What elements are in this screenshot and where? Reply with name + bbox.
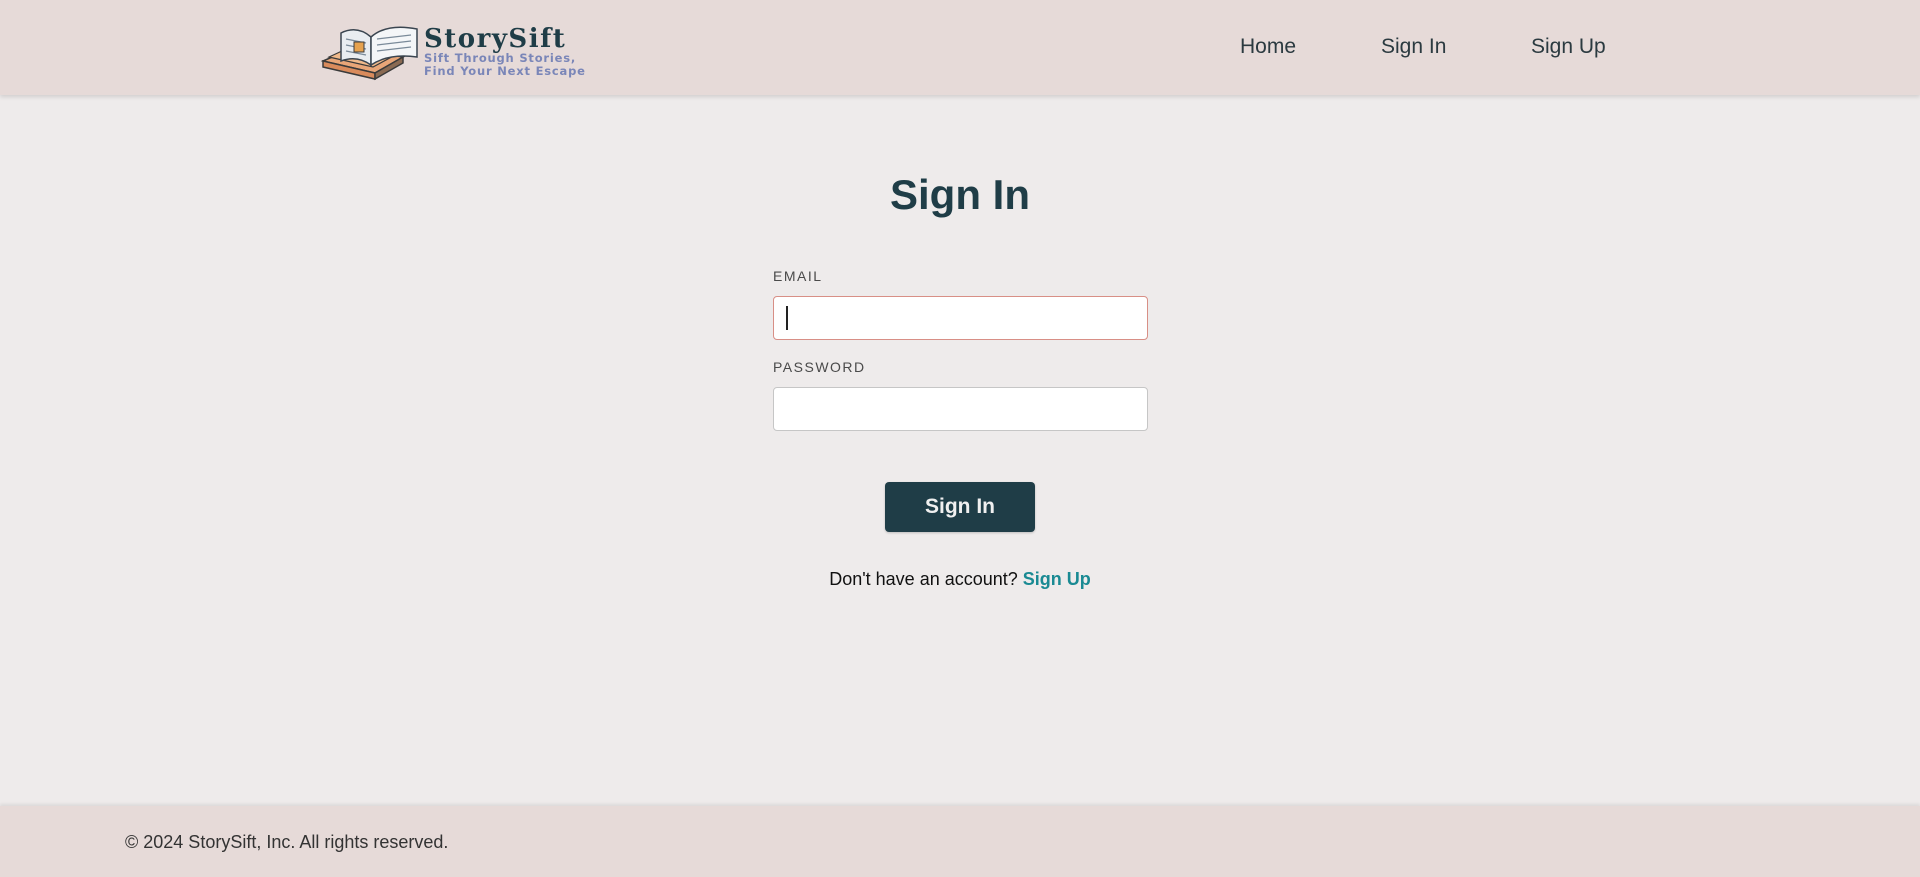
nav-link-sign-in[interactable]: Sign In bbox=[1381, 35, 1446, 59]
open-book-logo-icon: StorySift Sift Through Stories, Find You… bbox=[321, 24, 586, 81]
brand-tagline-line2: Find Your Next Escape bbox=[424, 64, 586, 78]
text-caret bbox=[786, 306, 788, 330]
page-title: Sign In bbox=[890, 171, 1030, 218]
sign-in-section: Sign In EMAIL PASSWORD Sign In Don't hav… bbox=[0, 96, 1920, 806]
brand-logo[interactable]: StorySift Sift Through Stories, Find You… bbox=[321, 17, 591, 81]
site-header: StorySift Sift Through Stories, Find You… bbox=[0, 0, 1920, 95]
password-label: PASSWORD bbox=[773, 359, 866, 375]
signup-link[interactable]: Sign Up bbox=[1023, 569, 1091, 589]
signup-prompt-text: Don't have an account? bbox=[829, 569, 1023, 589]
brand-tagline-line1: Sift Through Stories, bbox=[424, 51, 576, 65]
sign-in-button[interactable]: Sign In bbox=[885, 482, 1035, 532]
email-label: EMAIL bbox=[773, 268, 823, 284]
password-field[interactable] bbox=[773, 387, 1148, 431]
copyright-text: © 2024 StorySift, Inc. All rights reserv… bbox=[125, 832, 449, 852]
nav-link-home[interactable]: Home bbox=[1240, 35, 1296, 59]
signup-prompt-row: Don't have an account? Sign Up bbox=[0, 569, 1920, 590]
brand-name: StorySift bbox=[424, 24, 566, 54]
nav-link-sign-up[interactable]: Sign Up bbox=[1531, 35, 1606, 59]
email-field[interactable] bbox=[773, 296, 1148, 340]
site-footer: © 2024 StorySift, Inc. All rights reserv… bbox=[0, 806, 1920, 877]
